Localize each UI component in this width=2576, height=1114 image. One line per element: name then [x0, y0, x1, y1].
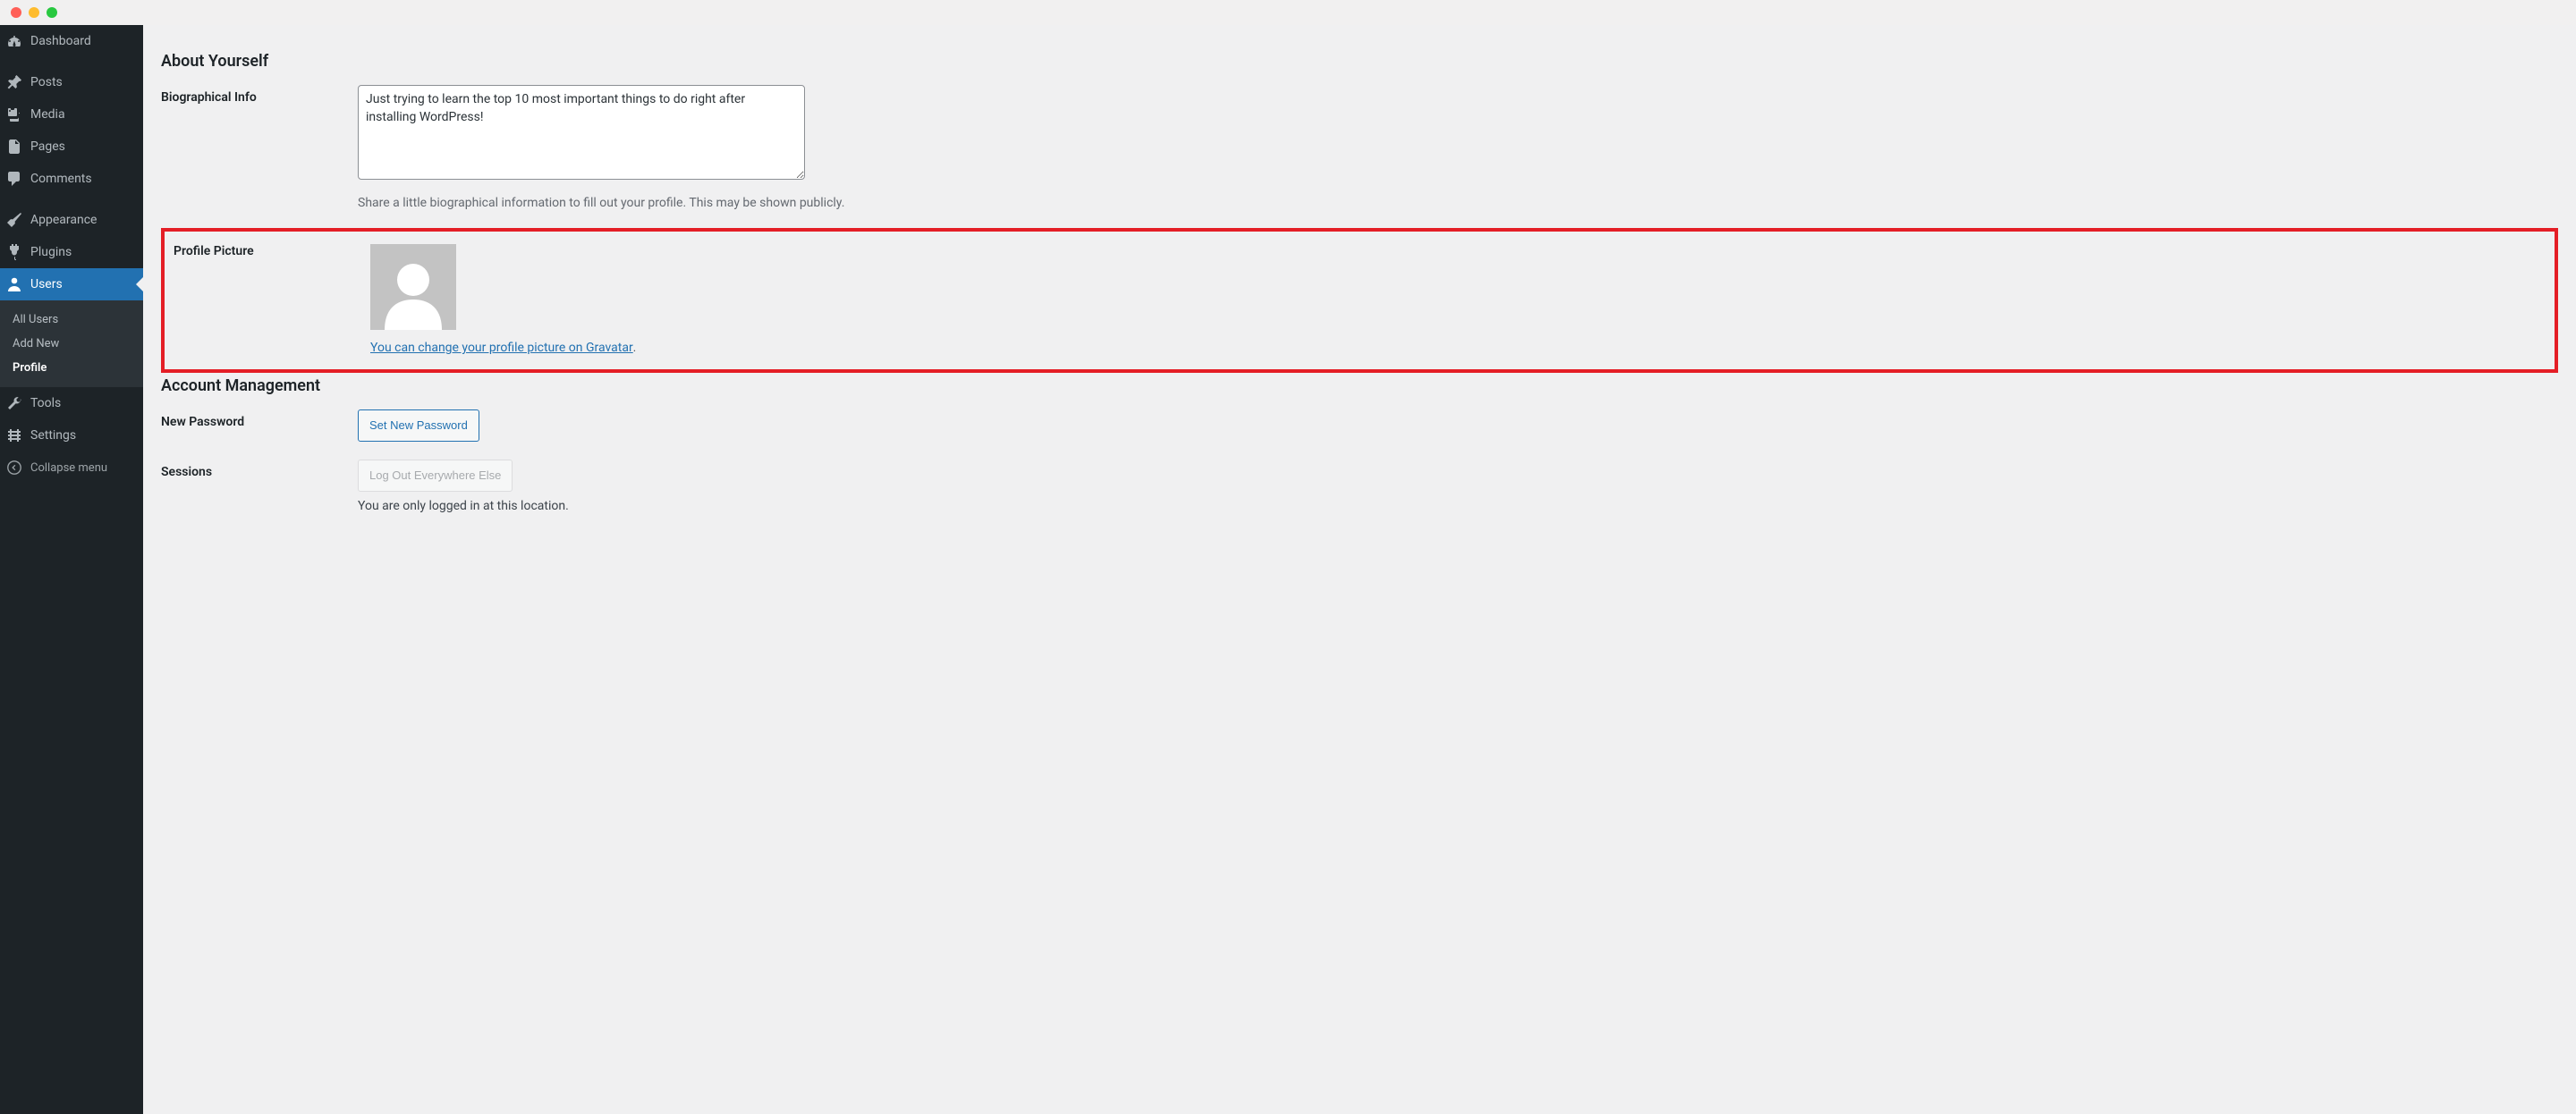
avatar-placeholder	[370, 244, 456, 330]
page-icon	[5, 138, 23, 156]
sidebar-item-users[interactable]: Users	[0, 268, 143, 300]
window-minimize-button[interactable]	[29, 7, 39, 18]
collapse-menu-button[interactable]: Collapse menu	[0, 452, 143, 484]
plug-icon	[5, 243, 23, 261]
sidebar-item-label: Comments	[30, 172, 92, 186]
collapse-icon	[5, 459, 23, 477]
window-titlebar	[0, 0, 2576, 25]
admin-sidebar: Dashboard Posts Media Pages Commen	[0, 25, 143, 1114]
bio-textarea[interactable]	[358, 85, 805, 180]
brush-icon	[5, 211, 23, 229]
sidebar-subitem-add-new[interactable]: Add New	[0, 332, 143, 356]
wrench-icon	[5, 394, 23, 412]
main-content: About Yourself Biographical Info Share a…	[143, 25, 2576, 1114]
dashboard-icon	[5, 32, 23, 50]
about-yourself-heading: About Yourself	[161, 52, 2558, 71]
sidebar-submenu-users: All Users Add New Profile	[0, 300, 143, 387]
sessions-description: You are only logged in at this location.	[358, 499, 984, 513]
gravatar-link[interactable]: You can change your profile picture on G…	[370, 341, 633, 355]
profile-picture-highlight: Profile Picture You can change your prof…	[161, 228, 2558, 373]
media-icon	[5, 105, 23, 123]
set-new-password-button[interactable]: Set New Password	[358, 409, 479, 442]
sidebar-item-label: Media	[30, 107, 65, 122]
sidebar-item-comments[interactable]: Comments	[0, 163, 143, 195]
sidebar-item-label: Appearance	[30, 213, 97, 227]
sidebar-item-label: Plugins	[30, 245, 72, 259]
period: .	[633, 342, 636, 355]
sidebar-item-posts[interactable]: Posts	[0, 66, 143, 98]
logout-everywhere-button[interactable]: Log Out Everywhere Else	[358, 460, 513, 492]
settings-icon	[5, 426, 23, 444]
sidebar-item-label: Dashboard	[30, 34, 91, 48]
sidebar-item-appearance[interactable]: Appearance	[0, 204, 143, 236]
sidebar-item-label: Settings	[30, 428, 76, 443]
gravatar-line: You can change your profile picture on G…	[370, 341, 996, 355]
new-password-label: New Password	[161, 409, 358, 429]
bio-description: Share a little biographical information …	[358, 196, 984, 210]
sidebar-item-label: Users	[30, 277, 63, 291]
sidebar-item-dashboard[interactable]: Dashboard	[0, 25, 143, 57]
profile-picture-label: Profile Picture	[174, 244, 370, 258]
user-icon	[5, 275, 23, 293]
sidebar-item-label: Tools	[30, 396, 61, 410]
sidebar-item-pages[interactable]: Pages	[0, 131, 143, 163]
window-close-button[interactable]	[11, 7, 21, 18]
sidebar-item-tools[interactable]: Tools	[0, 387, 143, 419]
window-maximize-button[interactable]	[47, 7, 57, 18]
sidebar-subitem-all-users[interactable]: All Users	[0, 308, 143, 332]
bio-label: Biographical Info	[161, 85, 358, 105]
account-management-heading: Account Management	[161, 376, 2558, 395]
sidebar-item-label: Pages	[30, 139, 65, 154]
sidebar-item-media[interactable]: Media	[0, 98, 143, 131]
sessions-label: Sessions	[161, 460, 358, 479]
sidebar-item-label: Posts	[30, 75, 63, 89]
sidebar-item-settings[interactable]: Settings	[0, 419, 143, 452]
sidebar-subitem-profile[interactable]: Profile	[0, 356, 143, 380]
pin-icon	[5, 73, 23, 91]
collapse-menu-label: Collapse menu	[30, 461, 107, 475]
sidebar-item-plugins[interactable]: Plugins	[0, 236, 143, 268]
comment-icon	[5, 170, 23, 188]
avatar-silhouette-icon	[370, 244, 456, 330]
